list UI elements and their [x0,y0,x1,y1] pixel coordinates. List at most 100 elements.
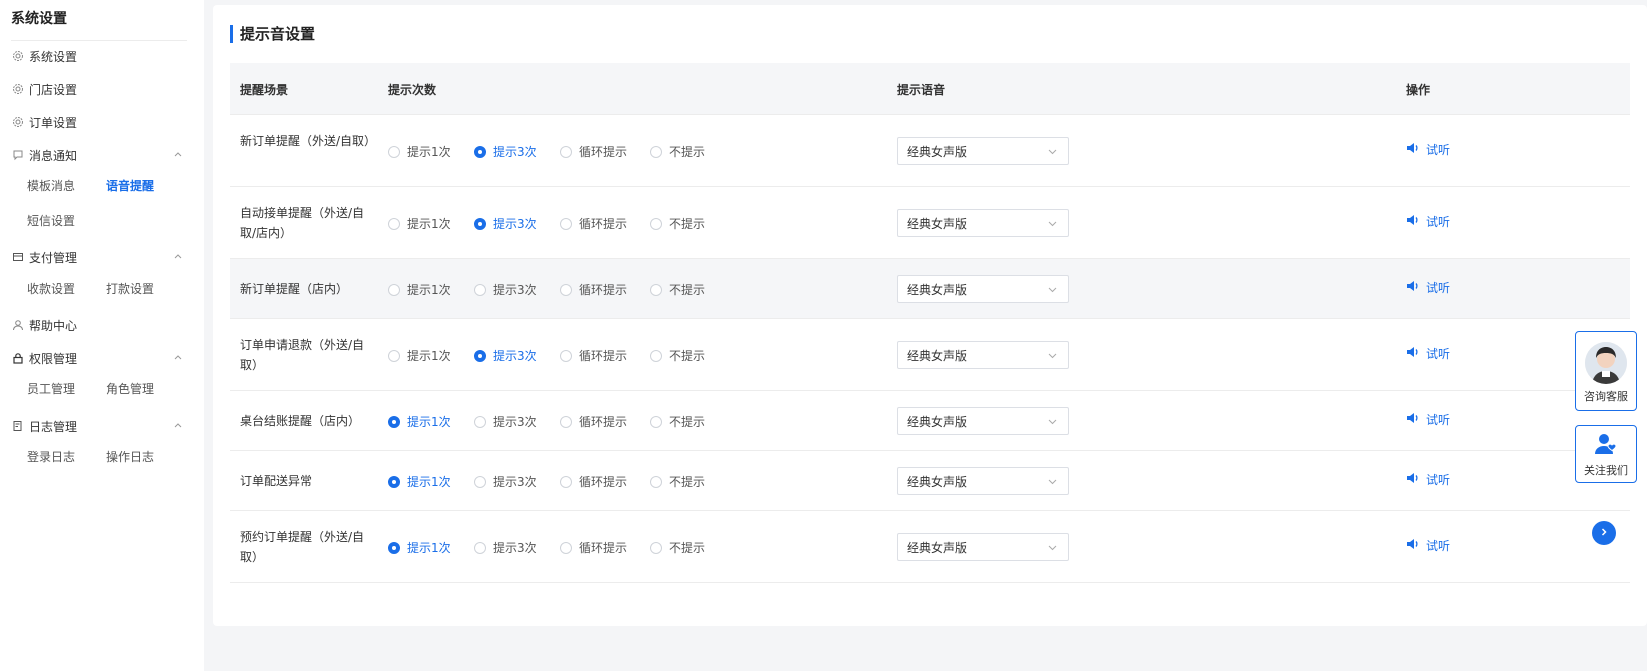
voice-select[interactable]: 经典女声版 [897,407,1069,435]
radio-option[interactable]: 不提示 [650,473,705,490]
radio-dot[interactable] [650,415,662,428]
sidebar-sub-role-management[interactable]: 角色管理 [106,380,154,398]
sidebar-sub-collection-settings[interactable]: 收款设置 [27,280,75,298]
radio-label: 提示3次 [493,541,537,555]
radio-dot[interactable] [650,145,662,158]
gear-icon [11,83,24,96]
radio-dot[interactable] [388,217,400,230]
radio-option[interactable]: 提示3次 [474,143,537,160]
radio-option[interactable]: 提示3次 [474,473,537,490]
sidebar-sub-voice-reminder[interactable]: 语音提醒 [106,177,154,195]
radio-option[interactable]: 不提示 [650,413,705,430]
listen-button[interactable]: 试听 [1406,279,1450,296]
sidebar-sub-template-message[interactable]: 模板消息 [27,177,75,195]
radio-dot[interactable] [388,475,400,488]
radio-option[interactable]: 不提示 [650,215,705,232]
radio-option[interactable]: 循环提示 [560,413,627,430]
voice-select[interactable]: 经典女声版 [897,533,1069,561]
expand-panel-button[interactable] [1592,521,1616,545]
listen-button[interactable]: 试听 [1406,345,1450,362]
radio-dot[interactable] [650,349,662,362]
sidebar-sub-payout-settings[interactable]: 打款设置 [106,280,154,298]
chevron-up-icon[interactable] [173,351,185,363]
chevron-up-icon[interactable] [173,148,185,160]
sidebar-item-payment[interactable]: 支付管理 [11,247,191,267]
radio-dot[interactable] [650,475,662,488]
radio-option[interactable]: 提示1次 [388,143,451,160]
listen-button[interactable]: 试听 [1406,141,1450,158]
sidebar-sub-operation-log[interactable]: 操作日志 [106,448,154,466]
radio-option[interactable]: 提示3次 [474,215,537,232]
sidebar-sub-staff-management[interactable]: 员工管理 [27,380,75,398]
radio-dot[interactable] [560,415,572,428]
radio-dot[interactable] [474,349,486,362]
radio-dot[interactable] [650,283,662,296]
radio-option[interactable]: 提示3次 [474,413,537,430]
voice-select[interactable]: 经典女声版 [897,467,1069,495]
radio-option[interactable]: 提示1次 [388,473,451,490]
radio-option[interactable]: 提示1次 [388,281,451,298]
consult-service-button[interactable]: 咨询客服 [1575,331,1637,411]
radio-dot[interactable] [388,349,400,362]
radio-label: 循环提示 [579,283,628,297]
radio-option[interactable]: 不提示 [650,539,705,556]
radio-option[interactable]: 不提示 [650,143,705,160]
listen-button[interactable]: 试听 [1406,537,1450,554]
radio-dot[interactable] [474,415,486,428]
radio-dot[interactable] [474,475,486,488]
chevron-up-icon[interactable] [173,419,185,431]
radio-option[interactable]: 不提示 [650,347,705,364]
radio-dot[interactable] [560,349,572,362]
radio-option[interactable]: 提示3次 [474,281,537,298]
radio-option[interactable]: 循环提示 [560,539,627,556]
sidebar-item-system-settings[interactable]: 系统设置 [11,46,191,66]
radio-dot[interactable] [560,283,572,296]
radio-dot[interactable] [474,145,486,158]
sidebar-item-notifications[interactable]: 消息通知 [11,145,191,165]
radio-dot[interactable] [388,415,400,428]
sidebar-item-order-settings[interactable]: 订单设置 [11,112,191,132]
radio-dot[interactable] [560,217,572,230]
voice-select[interactable]: 经典女声版 [897,275,1069,303]
voice-select[interactable]: 经典女声版 [897,137,1069,165]
radio-dot[interactable] [560,145,572,158]
radio-option[interactable]: 提示1次 [388,347,451,364]
radio-dot[interactable] [388,541,400,554]
sidebar-sub-login-log[interactable]: 登录日志 [27,448,75,466]
radio-option[interactable]: 循环提示 [560,143,627,160]
voice-select[interactable]: 经典女声版 [897,341,1069,369]
sidebar-item-store-settings[interactable]: 门店设置 [11,79,191,99]
radio-dot[interactable] [474,217,486,230]
radio-option[interactable]: 提示3次 [474,539,537,556]
radio-dot[interactable] [474,283,486,296]
voice-select[interactable]: 经典女声版 [897,209,1069,237]
sidebar-item-help-center[interactable]: 帮助中心 [11,315,191,335]
radio-dot[interactable] [388,283,400,296]
radio-option[interactable]: 循环提示 [560,215,627,232]
sidebar-item-logs[interactable]: 日志管理 [11,416,191,436]
scene-label: 新订单提醒（外送/自取） [240,134,377,148]
listen-button[interactable]: 试听 [1406,471,1450,488]
radio-dot[interactable] [474,541,486,554]
speaker-icon [1406,213,1426,230]
radio-option[interactable]: 循环提示 [560,347,627,364]
radio-option[interactable]: 提示1次 [388,539,451,556]
radio-label: 循环提示 [579,475,628,489]
follow-us-button[interactable]: 关注我们 [1575,425,1637,483]
sidebar-item-permissions[interactable]: 权限管理 [11,348,191,368]
radio-dot[interactable] [560,475,572,488]
chevron-up-icon[interactable] [173,250,185,262]
radio-option[interactable]: 提示1次 [388,215,451,232]
radio-dot[interactable] [650,541,662,554]
listen-button[interactable]: 试听 [1406,213,1450,230]
radio-option[interactable]: 提示1次 [388,413,451,430]
listen-button[interactable]: 试听 [1406,411,1450,428]
radio-option[interactable]: 提示3次 [474,347,537,364]
radio-dot[interactable] [650,217,662,230]
radio-option[interactable]: 循环提示 [560,281,627,298]
radio-option[interactable]: 不提示 [650,281,705,298]
radio-option[interactable]: 循环提示 [560,473,627,490]
radio-dot[interactable] [388,145,400,158]
sidebar-sub-sms-settings[interactable]: 短信设置 [27,212,75,230]
radio-dot[interactable] [560,541,572,554]
